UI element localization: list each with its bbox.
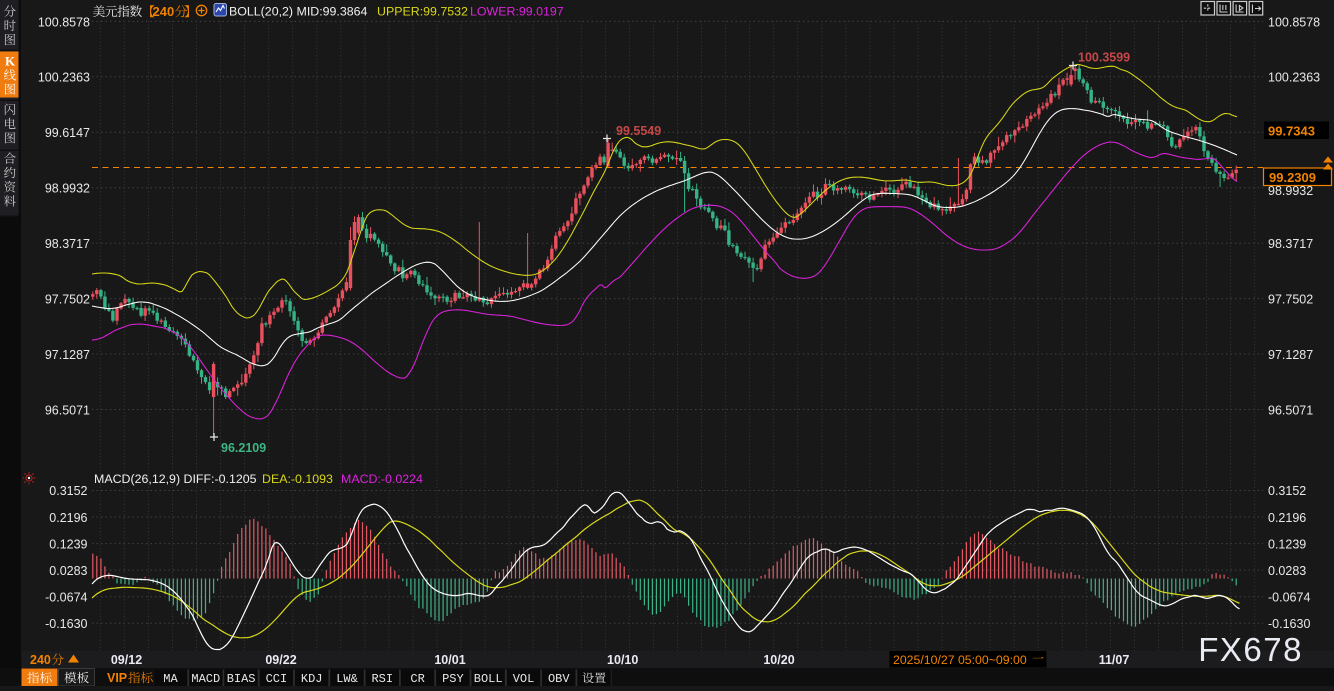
svg-text:100.2363: 100.2363 <box>1268 71 1320 85</box>
svg-text:100.8578: 100.8578 <box>38 15 90 29</box>
svg-text:BIAS: BIAS <box>227 672 256 686</box>
svg-text:96.5071: 96.5071 <box>1268 403 1313 417</box>
svg-text:0.2196: 0.2196 <box>1268 511 1306 525</box>
svg-text:CR: CR <box>410 672 424 686</box>
svg-text:98.3717: 98.3717 <box>1268 237 1313 251</box>
svg-text:99.6147: 99.6147 <box>45 126 90 140</box>
svg-text:97.1287: 97.1287 <box>45 348 90 362</box>
svg-text:-0.0674: -0.0674 <box>1268 590 1310 604</box>
svg-text:0.0283: 0.0283 <box>1268 564 1306 578</box>
svg-text:99.2309: 99.2309 <box>1269 170 1316 185</box>
svg-text:-0.0674: -0.0674 <box>45 590 87 604</box>
svg-text:96.5071: 96.5071 <box>45 403 90 417</box>
svg-text:OBV: OBV <box>548 672 570 686</box>
svg-text:MA: MA <box>163 672 178 686</box>
svg-text:99.5549: 99.5549 <box>616 124 661 138</box>
svg-text:10/01: 10/01 <box>434 653 465 667</box>
svg-text:CCI: CCI <box>266 672 288 686</box>
svg-text:RSI: RSI <box>371 672 393 686</box>
svg-text:VIP: VIP <box>107 671 127 685</box>
svg-text:0.3152: 0.3152 <box>1268 484 1306 498</box>
svg-text:100.3599: 100.3599 <box>1078 51 1130 65</box>
svg-text:KDJ: KDJ <box>301 672 323 686</box>
svg-text:K: K <box>5 54 16 69</box>
svg-text:97.1287: 97.1287 <box>1268 348 1313 362</box>
svg-text:100.8578: 100.8578 <box>1268 15 1320 29</box>
svg-text:09/12: 09/12 <box>111 653 142 667</box>
svg-text:10/20: 10/20 <box>763 653 794 667</box>
svg-text:BOLL(20,2) MID:99.3864: BOLL(20,2) MID:99.3864 <box>229 5 368 19</box>
svg-text:MACD:-0.0224: MACD:-0.0224 <box>341 472 423 486</box>
svg-text:09/22: 09/22 <box>265 653 296 667</box>
svg-text:VOL: VOL <box>513 672 535 686</box>
svg-text:UPPER:99.7532: UPPER:99.7532 <box>377 5 468 19</box>
svg-text:0.2196: 0.2196 <box>49 511 87 525</box>
svg-text:MACD: MACD <box>191 672 220 686</box>
svg-text:99.7343: 99.7343 <box>1268 123 1315 138</box>
svg-text:-0.1630: -0.1630 <box>45 617 87 631</box>
svg-text:97.7502: 97.7502 <box>1268 293 1313 307</box>
svg-text:10/10: 10/10 <box>607 653 638 667</box>
svg-text:100.2363: 100.2363 <box>38 71 90 85</box>
svg-text:FX678: FX678 <box>1198 631 1303 668</box>
svg-text:96.2109: 96.2109 <box>221 441 266 455</box>
svg-text:98.9932: 98.9932 <box>45 182 90 196</box>
svg-text:MACD(26,12,9) DIFF:-0.1205: MACD(26,12,9) DIFF:-0.1205 <box>94 472 257 486</box>
svg-text:LW&: LW& <box>336 672 358 686</box>
svg-text:-0.1630: -0.1630 <box>1268 617 1310 631</box>
svg-text:97.7502: 97.7502 <box>45 293 90 307</box>
svg-text:240: 240 <box>30 653 51 667</box>
svg-text:0.3152: 0.3152 <box>49 484 87 498</box>
svg-text:LOWER:99.0197: LOWER:99.0197 <box>470 5 564 19</box>
svg-text:PSY: PSY <box>442 672 464 686</box>
svg-text:240: 240 <box>153 4 175 19</box>
svg-text:2025/10/27 05:00~09:00: 2025/10/27 05:00~09:00 <box>893 653 1027 667</box>
svg-text:DEA:-0.1093: DEA:-0.1093 <box>262 472 333 486</box>
svg-text:98.3717: 98.3717 <box>45 237 90 251</box>
svg-text:0.1239: 0.1239 <box>1268 537 1306 551</box>
svg-text:BOLL: BOLL <box>474 672 503 686</box>
svg-text:0.0283: 0.0283 <box>49 564 87 578</box>
svg-text:11/07: 11/07 <box>1099 653 1130 667</box>
svg-text:0.1239: 0.1239 <box>49 537 87 551</box>
